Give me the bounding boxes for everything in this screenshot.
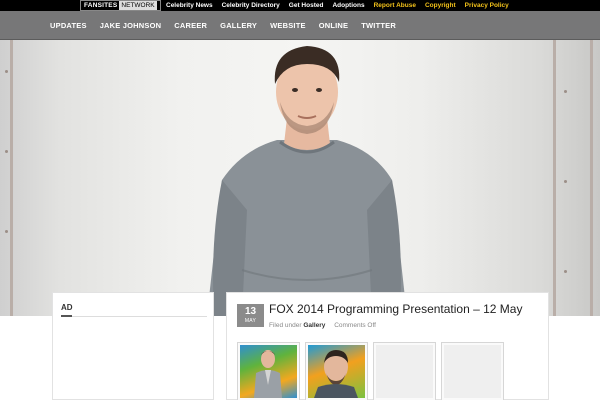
- widget-divider: [61, 316, 207, 317]
- widget-title: AD: [61, 303, 73, 312]
- gallery-thumbnail[interactable]: [305, 342, 368, 400]
- wall-rivet: [5, 230, 8, 233]
- link-privacy-policy[interactable]: Privacy Policy: [465, 2, 509, 9]
- header-photo: [207, 46, 407, 316]
- wall-rivet: [564, 180, 567, 183]
- wall-rivet: [564, 270, 567, 273]
- post-card: 13 MAY FOX 2014 Programming Presentation…: [226, 292, 549, 400]
- nav-item-gallery[interactable]: GALLERY: [220, 21, 257, 30]
- main-nav: UPDATES JAKE JOHNSON CAREER GALLERY WEBS…: [0, 11, 600, 40]
- gallery-thumbnail[interactable]: [441, 342, 504, 400]
- network-links: Celebrity News Celebrity Directory Get H…: [166, 0, 509, 11]
- gallery-thumbnails: [237, 342, 504, 400]
- post-comments-status: Comments Off: [334, 322, 376, 329]
- header-banner: [0, 40, 600, 316]
- nav-item-website[interactable]: WEBSITE: [270, 21, 306, 30]
- link-get-hosted[interactable]: Get Hosted: [289, 2, 324, 9]
- sidebar-widget: AD: [52, 292, 214, 400]
- nav-item-career[interactable]: CAREER: [174, 21, 207, 30]
- wall-rivet: [5, 70, 8, 73]
- post-category-link[interactable]: Gallery: [303, 322, 325, 329]
- nav-item-twitter[interactable]: TWITTER: [361, 21, 396, 30]
- wall-rivet: [564, 90, 567, 93]
- link-adoptions[interactable]: Adoptions: [332, 2, 364, 9]
- wall-seam: [590, 40, 593, 316]
- person-photo-icon: [254, 350, 282, 398]
- person-photo-icon: [314, 350, 358, 398]
- link-celebrity-news[interactable]: Celebrity News: [166, 2, 213, 9]
- brand-main: FANSITES: [84, 2, 118, 9]
- link-copyright[interactable]: Copyright: [425, 2, 456, 9]
- nav-item-updates[interactable]: UPDATES: [50, 21, 87, 30]
- filed-under-label: Filed under: [269, 322, 302, 329]
- gallery-thumbnail[interactable]: [373, 342, 436, 400]
- wall-rivet: [5, 150, 8, 153]
- link-celebrity-directory[interactable]: Celebrity Directory: [222, 2, 280, 9]
- fansites-network-logo[interactable]: FANSITES NETWORK: [80, 0, 161, 11]
- post-date-badge: 13 MAY: [237, 304, 264, 327]
- post-title[interactable]: FOX 2014 Programming Presentation – 12 M…: [269, 302, 522, 316]
- gallery-thumbnail[interactable]: [237, 342, 300, 400]
- wall-seam: [553, 40, 556, 316]
- brand-sub: NETWORK: [119, 1, 157, 10]
- link-report-abuse[interactable]: Report Abuse: [374, 2, 416, 9]
- post-date-day: 13: [244, 306, 257, 317]
- post-date-month: MAY: [244, 318, 257, 324]
- nav-item-jake-johnson[interactable]: JAKE JOHNSON: [100, 21, 162, 30]
- post-meta: Filed under Gallery Comments Off: [269, 322, 376, 329]
- network-bar: FANSITES NETWORK Celebrity News Celebrit…: [0, 0, 600, 11]
- wall-seam: [10, 40, 13, 316]
- nav-item-online[interactable]: ONLINE: [319, 21, 349, 30]
- widget-divider-accent: [61, 315, 72, 317]
